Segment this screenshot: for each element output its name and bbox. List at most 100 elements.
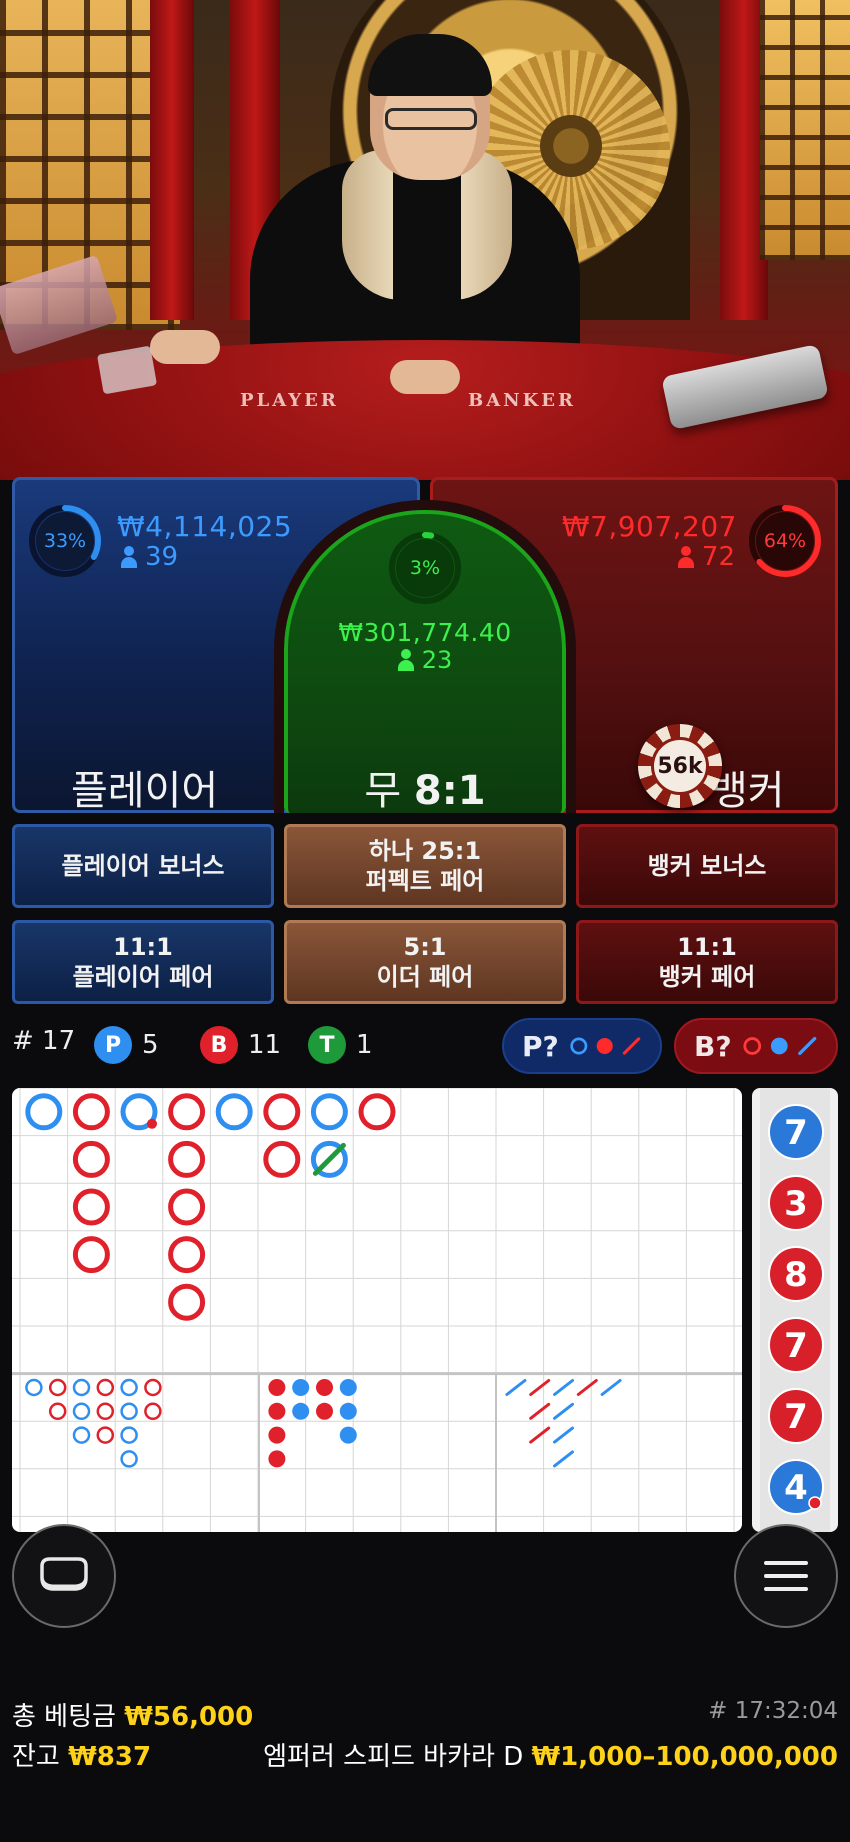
banker-percent-ring: 64% (747, 503, 823, 579)
either-pair-payout: 5:1 (403, 933, 447, 961)
red-pillar-left (150, 0, 194, 320)
menu-button[interactable] (734, 1524, 838, 1628)
big-road-mark (358, 1093, 396, 1131)
table-view-icon (40, 1557, 88, 1591)
banker-pair-dot (808, 1496, 822, 1510)
banker-badge-icon: B (200, 1026, 238, 1064)
banker-bettors-value: 72 (701, 542, 735, 572)
balance-label: 잔고 (12, 1742, 60, 1772)
total-bet-row: 총 베팅금 ₩56,000 (12, 1696, 253, 1733)
small-road-mark (339, 1402, 357, 1420)
big-eye-road-mark (48, 1378, 67, 1397)
banker-wins-count: 11 (248, 1030, 282, 1060)
player-pair-button[interactable]: 11:1 플레이어 페어 (12, 920, 274, 1004)
table-info-row: 엠퍼러 스피드 바카라 D ₩1,000–100,000,000 (263, 1736, 838, 1773)
bead-value: 7 (784, 1113, 808, 1153)
player-badge-icon: P (94, 1026, 132, 1064)
big-road-mark (168, 1283, 206, 1321)
scoreboard-roads[interactable] (12, 1088, 742, 1532)
banker-percent-text: 64% (756, 512, 814, 570)
big-eye-road-mark (120, 1450, 138, 1468)
player-pair-payout: 11:1 (113, 933, 173, 961)
table-limits: ₩1,000–100,000,000 (531, 1742, 839, 1772)
bead-value: 4 (784, 1468, 808, 1508)
small-road-mark (339, 1426, 357, 1444)
tie-badge-icon: T (308, 1026, 346, 1064)
player-percent-text: 33% (36, 512, 94, 570)
tie-payout: 8:1 (413, 768, 486, 814)
bead-road-strip[interactable]: 7 3 8 7 7 4 (752, 1088, 838, 1532)
big-road-mark (215, 1093, 253, 1131)
tie-wins-stat: T 1 (308, 1026, 373, 1064)
banker-pair-payout: 11:1 (677, 933, 737, 961)
bead-value: 3 (784, 1184, 808, 1224)
big-road-mark (25, 1093, 63, 1131)
small-road-mark (268, 1379, 286, 1396)
roads-svg (12, 1088, 742, 1532)
bead-value: 8 (784, 1255, 808, 1295)
balance-row: 잔고 ₩837 (12, 1736, 151, 1773)
tie-label-prefix: 무 (364, 768, 402, 814)
big-road-mark (168, 1140, 206, 1178)
tie-bettors-value: 23 (421, 646, 453, 674)
placed-chip[interactable]: 56k (638, 724, 722, 808)
total-bet-value: ₩56,000 (124, 1702, 254, 1732)
big-road-mark (72, 1140, 110, 1178)
either-pair-button[interactable]: 5:1 이더 페어 (284, 920, 566, 1004)
chip-value: 56k (651, 737, 709, 795)
perfect-pair-label: 퍼펙트 페어 (365, 867, 485, 895)
tie-bettor-count: 23 (288, 646, 562, 674)
big-eye-road-mark (48, 1402, 67, 1421)
player-total-amount: ₩4,114,025 (117, 510, 293, 543)
round-number: # 17 (12, 1026, 76, 1056)
player-label: 플레이어 (71, 768, 219, 814)
big-road-mark (310, 1093, 348, 1131)
lattice-decoration-right (760, 0, 850, 260)
table-name: 엠퍼러 스피드 바카라 D (263, 1742, 524, 1772)
bead-value: 7 (784, 1397, 808, 1437)
banker-pair-label: 뱅커 페어 (658, 963, 756, 991)
bead-value: 7 (784, 1326, 808, 1366)
player-pair-label: 플레이어 페어 (72, 963, 214, 991)
tie-bet-area[interactable]: 3% ₩301,774.40 23 무 8:1 (274, 500, 576, 816)
perfect-pair-button[interactable]: 하나 25:1 퍼펙트 페어 (284, 824, 566, 908)
big-eye-road-mark (120, 1378, 138, 1397)
cockroach-road-mark (600, 1379, 622, 1396)
big-road-mark (263, 1093, 301, 1131)
small-road-mark (292, 1379, 310, 1396)
banker-pair-button[interactable]: 11:1 뱅커 페어 (576, 920, 838, 1004)
tie-label: 무 8:1 (288, 758, 562, 816)
banker-predict-icons (742, 1036, 816, 1056)
chat-lobby-button[interactable] (12, 1524, 116, 1628)
big-eye-road-mark (72, 1378, 91, 1397)
perfect-pair-payout: 하나 25:1 (368, 837, 482, 865)
small-road-mark (316, 1402, 333, 1420)
big-eye-road-mark (72, 1402, 91, 1421)
player-predict-button[interactable]: P? (502, 1018, 662, 1074)
player-bettor-count: 39 (121, 542, 178, 572)
player-wins-stat: P 5 (94, 1026, 159, 1064)
tie-wins-count: 1 (356, 1030, 373, 1060)
big-road-mark (72, 1093, 110, 1131)
player-bettors-value: 39 (145, 542, 179, 572)
small-road-mark (339, 1379, 357, 1396)
big-eye-road-mark (96, 1402, 115, 1421)
banker-bonus-button[interactable]: 뱅커 보너스 (576, 824, 838, 908)
player-predict-label: P? (522, 1029, 559, 1063)
banker-predict-label: B? (694, 1029, 732, 1063)
round-id: # 17:32:04 (708, 1698, 838, 1724)
big-eye-road-mark (120, 1426, 138, 1444)
person-icon (677, 546, 694, 568)
banker-predict-button[interactable]: B? (674, 1018, 838, 1074)
cockroach-road-mark (553, 1450, 574, 1468)
player-bonus-button[interactable]: 플레이어 보너스 (12, 824, 274, 908)
big-road-mark (72, 1188, 110, 1226)
big-road-mark (263, 1140, 301, 1178)
tie-percent-text: 3% (396, 539, 454, 597)
small-road-mark (292, 1402, 310, 1420)
cockroach-road-mark (553, 1426, 574, 1444)
dealer-hand-left (150, 330, 220, 364)
small-road-mark (268, 1402, 286, 1420)
either-pair-label: 이더 페어 (376, 963, 474, 991)
hamburger-menu-icon (764, 1561, 808, 1591)
